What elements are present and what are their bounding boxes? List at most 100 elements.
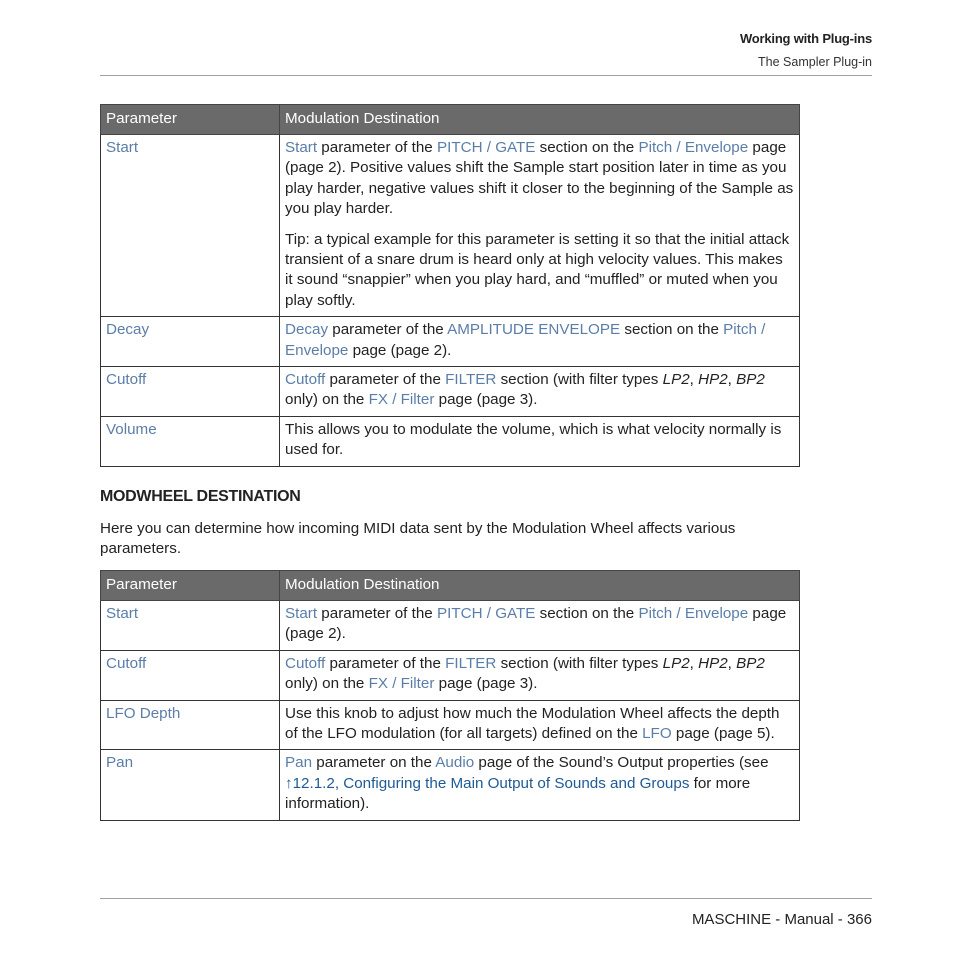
filter-type-text: BP2: [736, 654, 765, 672]
ui-reference-link[interactable]: PITCH / GATE: [437, 139, 535, 156]
section-title: The Sampler Plug-in: [758, 55, 872, 69]
filter-type-text: LP2: [662, 371, 690, 389]
text: ,: [689, 371, 699, 389]
text: only) on the: [285, 675, 369, 693]
parameter-link[interactable]: Volume: [106, 421, 157, 438]
column-header-parameter: Parameter: [100, 104, 280, 135]
text: parameter of the: [317, 605, 437, 622]
table-row: Start Start parameter of the PITCH / GATE…: [100, 133, 800, 318]
text: page (page 2).: [348, 341, 452, 359]
text: section on the: [535, 605, 639, 622]
text: only) on the: [285, 391, 369, 409]
destination-paragraph: Pan parameter on the Audio page of the S…: [285, 753, 794, 814]
text: page (page 3).: [434, 675, 538, 693]
column-header-destination: Modulation Destination: [279, 570, 800, 601]
parameter-cell: LFO Depth: [100, 699, 280, 751]
section-heading-modwheel: MODWHEEL DESTINATION: [100, 488, 301, 505]
text: parameter on the: [312, 754, 436, 772]
destination-cell: Start parameter of the PITCH / GATE sect…: [279, 133, 800, 318]
destination-paragraph: Use this knob to adjust how much the Mod…: [285, 704, 794, 745]
cross-reference-link[interactable]: ↑12.1.2, Configuring the Main Output of …: [285, 775, 689, 792]
parameter-link[interactable]: Cutoff: [106, 655, 146, 672]
table-row: Pan Pan parameter on the Audio page of th…: [100, 749, 800, 821]
parameter-cell: Decay: [100, 316, 280, 368]
destination-cell: Pan parameter on the Audio page of the S…: [279, 749, 800, 821]
destination-cell: Start parameter of the PITCH / GATE sect…: [279, 600, 800, 651]
ui-reference-link[interactable]: PITCH / GATE: [437, 605, 535, 622]
text: page (page 5).: [671, 725, 775, 743]
destination-cell: Cutoff parameter of the FILTER section (…: [279, 649, 800, 701]
text: Tip: a typical example for this paramete…: [285, 230, 790, 309]
parameter-link[interactable]: LFO Depth: [106, 705, 180, 722]
destination-cell: Use this knob to adjust how much the Mod…: [279, 699, 800, 751]
filter-type-text: LP2: [662, 654, 690, 672]
velocity-destination-table: Parameter Modulation Destination Start St…: [100, 104, 800, 467]
text: section on the: [535, 139, 639, 156]
ui-reference-link[interactable]: Pitch / Envelope: [638, 605, 748, 622]
parameter-link[interactable]: Pan: [106, 754, 133, 771]
text: section on the: [620, 321, 724, 339]
footer-divider: [100, 898, 872, 899]
parameter-link[interactable]: Start: [106, 605, 138, 622]
destination-paragraph: Decay parameter of the AMPLITUDE ENVELOP…: [285, 320, 794, 361]
filter-type-text: BP2: [736, 371, 765, 389]
parameter-link[interactable]: Decay: [106, 321, 149, 338]
text: section (with filter types: [496, 654, 663, 672]
header-divider: [100, 75, 872, 76]
parameter-cell: Volume: [100, 415, 280, 467]
text: section (with filter types: [496, 371, 663, 389]
modwheel-destination-table: Parameter Modulation Destination Start St…: [100, 570, 800, 821]
ui-reference-link[interactable]: FX / Filter: [369, 675, 435, 692]
ui-reference-link[interactable]: Cutoff: [285, 371, 325, 388]
table-row: Volume This allows you to modulate the vo…: [100, 415, 800, 467]
text: page of the Sound’s Output properties (s…: [474, 754, 769, 772]
table-row: LFO Depth Use this knob to adjust how muc…: [100, 699, 800, 751]
ui-reference-link[interactable]: Pitch / Envelope: [638, 139, 748, 156]
chapter-title: Working with Plug-ins: [739, 31, 872, 46]
page-footer: MASCHINE - Manual - 366: [691, 911, 872, 928]
table-header-row: Parameter Modulation Destination: [100, 104, 800, 135]
table-row: Start Start parameter of the PITCH / GATE…: [100, 600, 800, 651]
ui-reference-link[interactable]: Start: [285, 605, 317, 622]
table-row: Cutoff Cutoff parameter of the FILTER sec…: [100, 366, 800, 417]
destination-paragraph: Start parameter of the PITCH / GATE sect…: [285, 604, 794, 645]
parameter-link[interactable]: Start: [106, 139, 138, 156]
parameter-cell: Start: [100, 600, 280, 651]
destination-paragraph: Cutoff parameter of the FILTER section (…: [285, 370, 794, 411]
destination-paragraph: This allows you to modulate the volume, …: [285, 420, 794, 461]
ui-reference-link[interactable]: Audio: [435, 754, 474, 771]
modwheel-intro-paragraph: Here you can determine how incoming MIDI…: [100, 520, 736, 558]
text: ,: [727, 654, 737, 672]
text: parameter of the: [328, 321, 448, 339]
text: parameter of the: [317, 139, 437, 156]
text: page (page 3).: [434, 391, 538, 409]
destination-cell: Decay parameter of the AMPLITUDE ENVELOP…: [279, 316, 800, 368]
table-header-row: Parameter Modulation Destination: [100, 570, 800, 601]
text: parameter of the: [325, 654, 446, 672]
parameter-link[interactable]: Cutoff: [106, 371, 146, 388]
filter-type-text: HP2: [698, 654, 728, 672]
parameter-cell: Cutoff: [100, 366, 280, 417]
ui-reference-link[interactable]: Decay: [285, 321, 328, 338]
text: ,: [727, 371, 737, 389]
column-header-parameter: Parameter: [100, 570, 280, 601]
ui-reference-link[interactable]: FILTER: [445, 371, 496, 388]
destination-cell: Cutoff parameter of the FILTER section (…: [279, 366, 800, 417]
destination-paragraph: Cutoff parameter of the FILTER section (…: [285, 654, 794, 695]
ui-reference-link[interactable]: Cutoff: [285, 655, 325, 672]
destination-paragraph: Start parameter of the PITCH / GATE sect…: [285, 138, 794, 220]
text: ,: [689, 654, 699, 672]
ui-reference-link[interactable]: Pan: [285, 754, 312, 771]
ui-reference-link[interactable]: AMPLITUDE ENVELOPE: [447, 321, 620, 338]
parameter-cell: Cutoff: [100, 649, 280, 701]
ui-reference-link[interactable]: LFO: [642, 725, 672, 742]
text: This allows you to modulate the volume, …: [285, 420, 782, 459]
parameter-cell: Pan: [100, 749, 280, 821]
table-row: Cutoff Cutoff parameter of the FILTER sec…: [100, 649, 800, 701]
table-row: Decay Decay parameter of the AMPLITUDE EN…: [100, 316, 800, 368]
destination-cell: This allows you to modulate the volume, …: [279, 415, 800, 467]
ui-reference-link[interactable]: FILTER: [445, 655, 496, 672]
ui-reference-link[interactable]: Start: [285, 139, 317, 156]
text: parameter of the: [325, 371, 446, 389]
ui-reference-link[interactable]: FX / Filter: [369, 391, 435, 408]
